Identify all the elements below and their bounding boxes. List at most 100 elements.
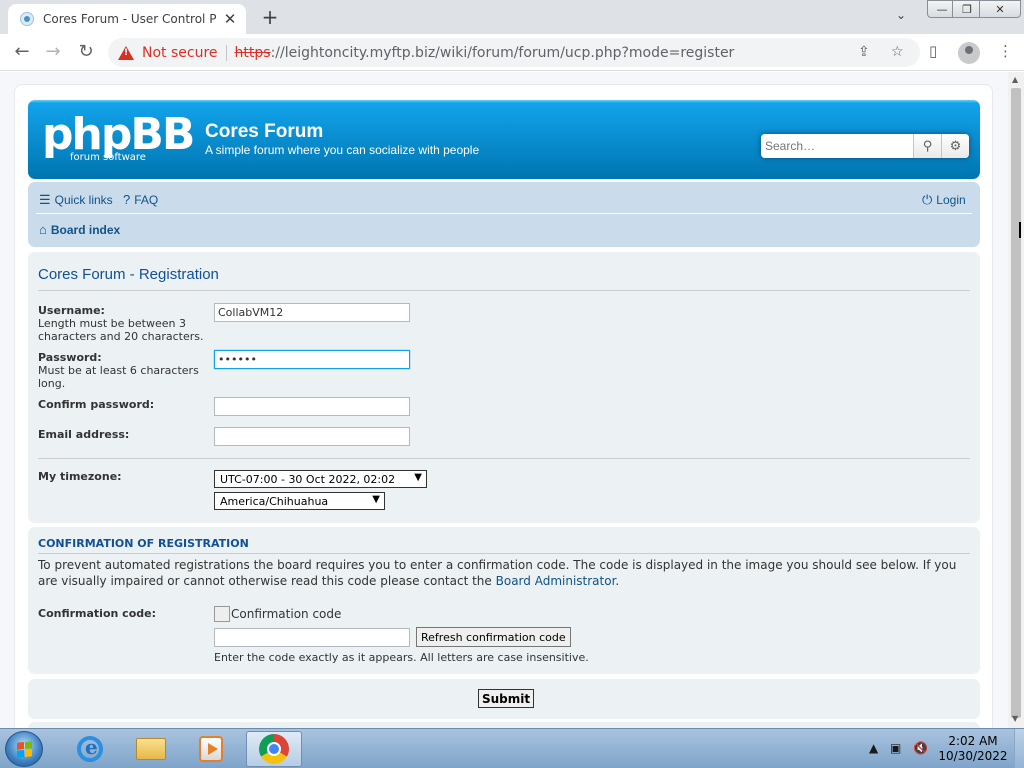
clock-time: 2:02 AM (948, 734, 998, 748)
scrollbar-thumb[interactable] (1011, 88, 1021, 718)
confirmation-code-field[interactable] (214, 628, 410, 647)
quick-links-menu[interactable]: ☰ Quick links (39, 192, 113, 208)
confirmation-image: Confirmation code (214, 606, 341, 622)
taskbar-internet-explorer[interactable] (62, 731, 118, 767)
browser-toolbar: ← → ↻ Not secure https://leightoncity.my… (0, 34, 1024, 71)
confirmation-heading: Confirmation of registration (38, 537, 249, 550)
start-button[interactable] (5, 731, 43, 767)
question-circle-icon: ? (123, 192, 131, 207)
email-label: Email address: (38, 428, 130, 441)
window-maximize-button[interactable]: ❐ (952, 0, 982, 18)
forum-navbar: ☰ Quick links ? FAQ ⏻ Login ⌂ Board inde… (28, 182, 980, 247)
confirmation-divider (38, 553, 970, 554)
faq-label: FAQ (134, 192, 159, 207)
board-administrator-link[interactable]: Board Administrator (496, 574, 616, 588)
search-button[interactable]: ⚲ (913, 134, 941, 158)
submit-button[interactable]: Submit (478, 689, 535, 708)
timezone-divider (38, 458, 970, 459)
profile-avatar-icon[interactable] (958, 42, 980, 64)
timezone-zone-select[interactable]: America/Chihuahua ▼ (214, 492, 385, 510)
username-label: Username: (38, 304, 105, 317)
site-description: A simple forum where you can socialize w… (205, 143, 480, 157)
page-viewport: phpBB forum software Cores Forum A simpl… (0, 72, 1008, 728)
forum-header: phpBB forum software Cores Forum A simpl… (28, 100, 980, 179)
search-input[interactable] (761, 134, 913, 158)
network-icon[interactable]: ▣ (890, 741, 901, 755)
windows-taskbar: ▲ ▣ 🔇 2:02 AM 10/30/2022 (0, 728, 1024, 768)
tab-search-chevron-icon[interactable]: ⌄ (896, 8, 906, 22)
timezone-offset-value: UTC-07:00 - 30 Oct 2022, 02:02 (220, 472, 396, 486)
confirmation-explanation: To prevent automated registrations the b… (38, 557, 968, 589)
internet-explorer-icon (77, 735, 103, 762)
refresh-code-button[interactable]: Refresh confirmation code (416, 627, 571, 647)
confirmation-panel: Confirmation of registration To prevent … (28, 527, 980, 674)
hamburger-icon: ☰ (39, 192, 51, 207)
email-field[interactable] (214, 427, 410, 446)
show-hidden-icons-icon[interactable]: ▲ (869, 741, 878, 755)
window-close-button[interactable]: ✕ (979, 0, 1021, 18)
browser-menu-icon[interactable]: ⋮ (998, 42, 1013, 60)
tab-close-icon[interactable]: ✕ (222, 10, 238, 28)
login-label: Login (936, 193, 966, 207)
advanced-search-button[interactable]: ⚙ (941, 134, 969, 158)
faq-link[interactable]: ? FAQ (123, 192, 158, 207)
username-hint: Length must be between 3 characters and … (38, 317, 204, 343)
confirm-password-field[interactable] (214, 397, 410, 416)
browser-tab[interactable]: Cores Forum - User Control Panel ✕ (8, 4, 246, 34)
url-path: ://leightoncity.myftp.biz/wiki/forum/for… (270, 44, 735, 61)
confirmation-image-alt: Confirmation code (231, 607, 342, 621)
address-bar[interactable]: Not secure https://leightoncity.myftp.bi… (108, 38, 920, 67)
tab-title: Cores Forum - User Control Panel (43, 12, 216, 26)
clock-date: 10/30/2022 (938, 749, 1008, 763)
quick-links-label: Quick links (54, 193, 113, 207)
page-scrollbar[interactable]: ▲ ▼ (1008, 72, 1024, 728)
logo-subtext: forum software (70, 152, 146, 163)
site-title: Cores Forum (205, 121, 324, 142)
share-icon[interactable]: ⇪ (858, 44, 870, 60)
new-tab-button[interactable]: + (258, 5, 282, 29)
forward-button[interactable]: → (41, 41, 65, 65)
confirmation-code-label: Confirmation code: (38, 607, 156, 620)
bookmark-star-icon[interactable]: ☆ (891, 44, 904, 60)
reload-button[interactable]: ↻ (74, 41, 98, 65)
login-link[interactable]: ⏻ Login (922, 192, 966, 208)
forum-favicon-icon (20, 12, 34, 26)
chrome-icon (259, 734, 289, 764)
password-label: Password: (38, 351, 102, 364)
text-cursor-icon (1019, 222, 1023, 238)
chevron-down-icon: ▼ (414, 472, 422, 483)
taskbar-file-explorer[interactable] (123, 731, 179, 767)
confirmation-text-end: . (615, 574, 620, 588)
username-field[interactable] (214, 303, 410, 322)
scroll-down-arrow-icon[interactable]: ▼ (1012, 714, 1018, 723)
warning-icon[interactable] (118, 45, 134, 60)
timezone-offset-select[interactable]: UTC-07:00 - 30 Oct 2022, 02:02 ▼ (214, 470, 427, 488)
scroll-up-arrow-icon[interactable]: ▲ (1012, 75, 1018, 84)
chevron-down-icon: ▼ (372, 494, 380, 505)
omnibox-separator (225, 44, 227, 61)
side-panel-icon[interactable]: ▯ (929, 42, 937, 60)
folder-icon (136, 738, 166, 760)
registration-title: Cores Forum - Registration (38, 266, 219, 283)
taskbar-chrome[interactable] (246, 731, 302, 767)
back-button[interactable]: ← (10, 41, 34, 65)
search-icon: ⚲ (922, 138, 933, 154)
navbar-divider (36, 213, 972, 214)
phpbb-logo[interactable]: phpBB forum software (42, 112, 195, 164)
show-desktop-button[interactable] (1014, 729, 1024, 768)
url-text[interactable]: https://leightoncity.myftp.biz/wiki/foru… (235, 45, 735, 61)
registration-panel: Cores Forum - Registration Username: Len… (28, 252, 980, 523)
confirm-password-label: Confirm password: (38, 398, 155, 411)
security-status[interactable]: Not secure (142, 45, 218, 61)
system-clock[interactable]: 2:02 AM 10/30/2022 (938, 734, 1008, 764)
broken-image-icon (214, 606, 230, 622)
password-field[interactable] (214, 350, 410, 369)
gear-icon: ⚙ (949, 138, 962, 154)
board-index-label: Board index (50, 222, 121, 237)
board-index-link[interactable]: ⌂ Board index (39, 222, 120, 237)
media-player-icon (199, 736, 223, 762)
title-divider (38, 290, 970, 291)
windows-logo-icon (17, 741, 32, 758)
taskbar-media-player[interactable] (183, 731, 239, 767)
volume-muted-icon[interactable]: 🔇 (913, 741, 928, 755)
